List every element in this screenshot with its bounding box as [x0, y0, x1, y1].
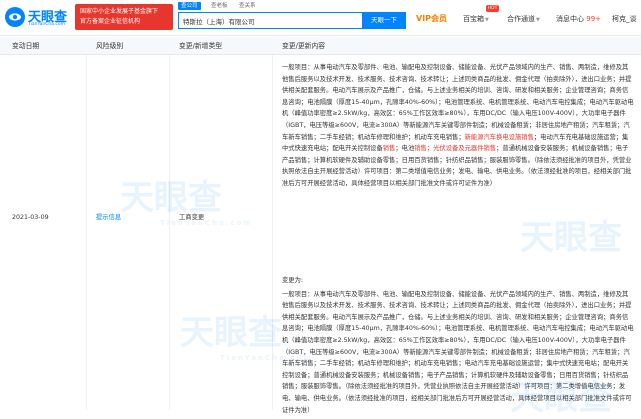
highlighted-change-text: 销售 [414, 145, 427, 153]
change-record-table: 变动日期 风险级别 变更/新增类型 变更/更新内容 2021-03-09 提示信… [0, 37, 641, 414]
header-change-type: 变更/新增类型 [179, 42, 223, 50]
site-logo[interactable]: 天眼查 TianYanCha.com [4, 5, 74, 31]
header-change-content: 变更/更新内容 [282, 42, 326, 50]
highlighted-change-text: 销售 [382, 145, 396, 153]
column-divider [86, 55, 87, 410]
risk-level-link[interactable]: 提示信息 [96, 212, 121, 224]
chevron-down-icon: ▼ [536, 17, 540, 23]
message-center-label: 消息中心 [556, 15, 584, 23]
after-change-label: 变更为: [282, 277, 304, 284]
column-divider [169, 55, 170, 410]
header-risk-level: 风险级别 [96, 42, 124, 50]
logo-subtext: TianYanCha.com [28, 22, 66, 27]
header-change-date: 变动日期 [12, 42, 40, 50]
highlighted-change-text: 新能源汽车换电设施销售 [464, 133, 534, 141]
search-button[interactable]: 天眼一下 [362, 12, 406, 29]
hot-badge: HOT [486, 5, 499, 12]
content-text: ；电池 [395, 145, 415, 153]
search-input[interactable]: 特斯拉（上海）有限公司 [183, 16, 353, 26]
change-type: 工商变更 [179, 214, 205, 221]
tab-relation[interactable]: 查关系 [236, 2, 259, 10]
table-header: 变动日期 风险级别 变更/新增类型 变更/更新内容 [0, 37, 641, 55]
toolbox-link[interactable]: 百宝箱▼ [463, 12, 489, 26]
message-center-link[interactable]: 消息中心 99+ [556, 12, 601, 26]
after-change-text: 一般项目：从事电动汽车及零部件、电池、输配电及控制设备、储能设备、光伏产品领域内… [282, 290, 634, 414]
change-date: 2021-03-09 [12, 214, 49, 221]
cooperation-link[interactable]: 合作通道▼ [507, 12, 540, 26]
badge-line-1: 国家中小企业发展子基金旗下 [80, 8, 159, 15]
search-box[interactable]: 特斯拉（上海）有限公司 [178, 12, 362, 29]
tab-boss[interactable]: 查老板 [208, 2, 231, 10]
content-after-change: 变更为: 一般项目：从事电动汽车及零部件、电池、输配电及控制设备、储能设备、光伏… [282, 275, 634, 416]
content-before-change: 一般项目：从事电动汽车及零部件、电池、输配电及控制设备、储能设备、光伏产品领域内… [282, 62, 634, 190]
vip-membership-link[interactable]: VIP会员 [416, 12, 447, 26]
chevron-down-icon: ▼ [485, 17, 489, 23]
cooperation-label: 合作通道 [507, 15, 535, 23]
badge-line-2: 官方备案企业征信机构 [80, 18, 141, 25]
eye-logo-icon [5, 7, 25, 27]
highlighted-change-text: 销售 [483, 145, 497, 153]
column-divider [272, 55, 273, 410]
message-count-badge: 99+ [586, 15, 602, 23]
tab-company[interactable]: 查公司 [178, 2, 201, 10]
top-header: 天眼查 TianYanCha.com 国家中小企业发展子基金旗下 官方备案企业征… [0, 0, 641, 36]
toolbox-label: 百宝箱 [463, 15, 484, 23]
official-badge: 国家中小企业发展子基金旗下 官方备案企业征信机构 [75, 4, 173, 30]
user-menu[interactable]: 柯克_谈 [612, 12, 637, 26]
highlighted-change-text: ；光伏设备及元器件 [426, 145, 484, 153]
content-text: 一般项目：从事电动汽车及零部件、电池、输配电及控制设备、储能设备、光伏产品领域内… [282, 64, 634, 141]
